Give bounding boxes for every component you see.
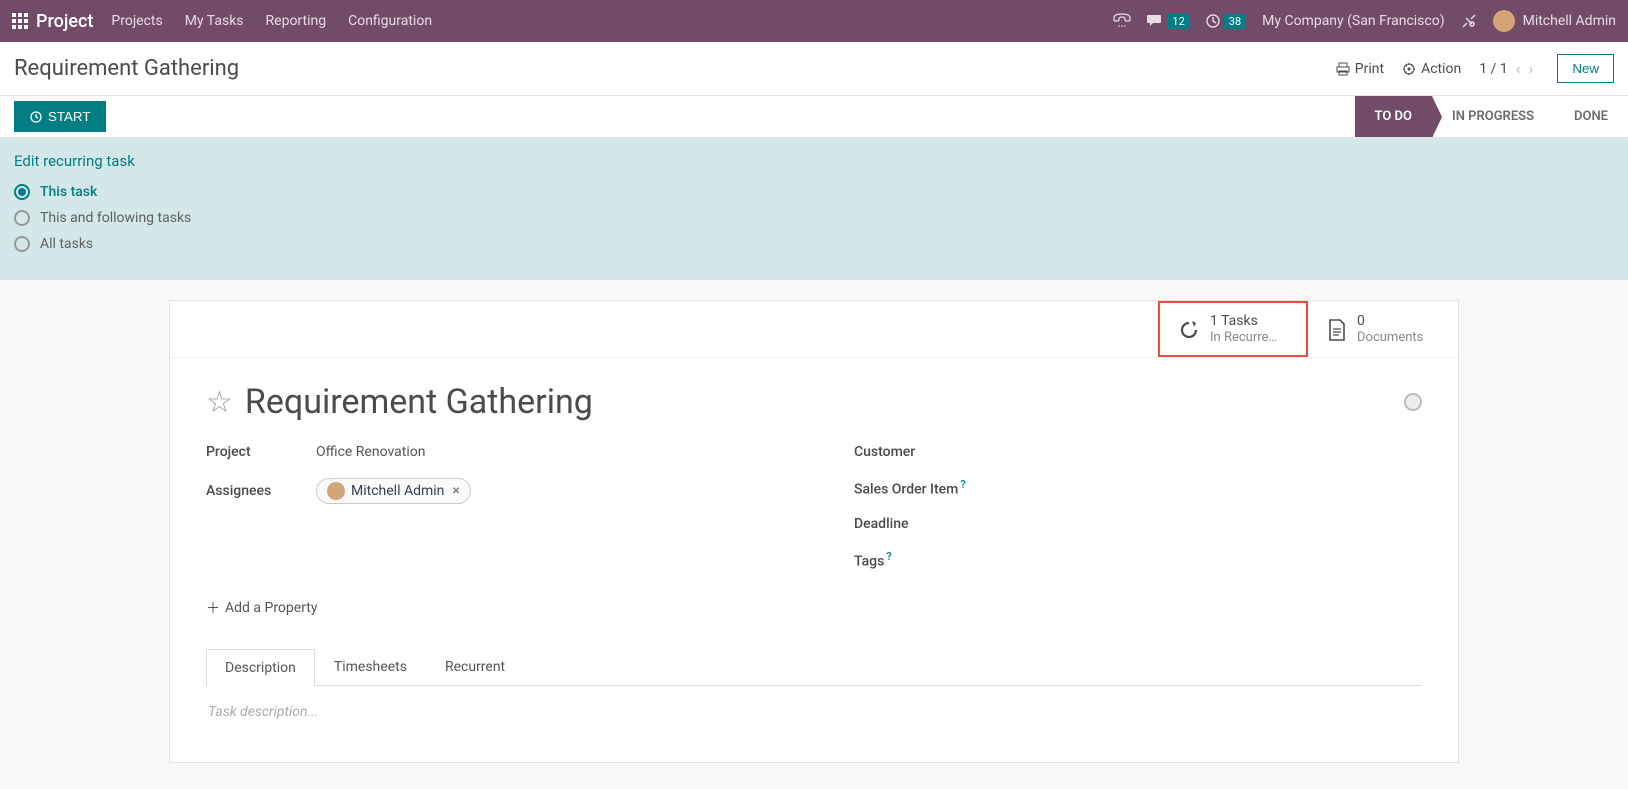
app-brand[interactable]: Project [36, 11, 93, 32]
label-soi: Sales Order Item? [854, 478, 994, 498]
apps-icon[interactable] [12, 13, 28, 29]
user-menu[interactable]: Mitchell Admin [1493, 10, 1616, 32]
stat-tasks-recurrence[interactable]: 1 Tasks In Recurre… [1158, 301, 1308, 357]
label-deadline: Deadline [854, 516, 994, 532]
activities-indicator[interactable]: 38 [1206, 14, 1246, 29]
recurring-panel: Edit recurring task This task This and f… [0, 138, 1628, 280]
description-textarea[interactable]: Task description... [206, 686, 1422, 738]
radio-this-task[interactable]: This task [14, 184, 1614, 200]
task-card: 1 Tasks In Recurre… 0 Documents ☆ Requir… [169, 300, 1459, 763]
pager-prev[interactable]: ‹ [1516, 59, 1521, 78]
stat-tasks-count: 1 Tasks [1210, 313, 1277, 330]
tab-recurrent[interactable]: Recurrent [426, 648, 524, 685]
nav-links: Projects My Tasks Reporting Configuratio… [111, 13, 432, 29]
radio-all-tasks[interactable]: All tasks [14, 236, 1614, 252]
radio-icon [14, 184, 30, 200]
stage-inprogress[interactable]: IN PROGRESS [1432, 96, 1554, 137]
radio-this-following[interactable]: This and following tasks [14, 210, 1614, 226]
value-project[interactable]: Office Renovation [316, 444, 425, 460]
label-project: Project [206, 444, 296, 460]
card-stats: 1 Tasks In Recurre… 0 Documents [170, 301, 1458, 358]
action-button[interactable]: Action [1402, 61, 1461, 77]
nav-link-mytasks[interactable]: My Tasks [185, 13, 244, 29]
tabs: Description Timesheets Recurrent [206, 648, 1422, 686]
start-button[interactable]: START [14, 101, 106, 132]
avatar [327, 482, 345, 500]
avatar [1493, 10, 1515, 32]
plus-icon: ＋ [206, 598, 220, 618]
status-bar: START TO DO IN PROGRESS DONE [0, 96, 1628, 138]
pager-next[interactable]: › [1529, 59, 1534, 78]
activities-count: 38 [1224, 14, 1246, 29]
radio-icon [14, 210, 30, 226]
pager: 1 / 1 ‹ › [1479, 59, 1533, 78]
print-button[interactable]: Print [1336, 61, 1384, 77]
tab-timesheets[interactable]: Timesheets [315, 648, 426, 685]
pager-text: 1 / 1 [1479, 61, 1507, 77]
stat-docs-count: 0 [1357, 313, 1423, 330]
header-row: Requirement Gathering Print Action 1 / 1… [0, 42, 1628, 96]
messages-count: 12 [1167, 14, 1189, 29]
assignee-name: Mitchell Admin [351, 483, 444, 499]
recurring-title: Edit recurring task [14, 152, 1614, 170]
nav-link-projects[interactable]: Projects [111, 13, 162, 29]
task-title[interactable]: Requirement Gathering [245, 382, 593, 422]
stage-done[interactable]: DONE [1554, 96, 1628, 137]
stat-documents[interactable]: 0 Documents [1308, 301, 1458, 357]
tab-description[interactable]: Description [206, 649, 315, 686]
label-customer: Customer [854, 444, 994, 460]
user-name: Mitchell Admin [1523, 13, 1616, 29]
help-icon[interactable]: ? [886, 550, 891, 563]
assignee-chip[interactable]: Mitchell Admin × [316, 478, 471, 504]
phone-icon[interactable] [1113, 13, 1131, 29]
nav-link-configuration[interactable]: Configuration [348, 13, 432, 29]
stages: TO DO IN PROGRESS DONE [1355, 96, 1628, 137]
favorite-star-icon[interactable]: ☆ [206, 385, 233, 420]
nav-link-reporting[interactable]: Reporting [266, 13, 327, 29]
messages-indicator[interactable]: 12 [1147, 14, 1189, 29]
refresh-icon [1178, 317, 1200, 342]
remove-icon[interactable]: × [452, 483, 459, 499]
company-name[interactable]: My Company (San Francisco) [1262, 13, 1444, 29]
radio-icon [14, 236, 30, 252]
add-property-button[interactable]: ＋ Add a Property [206, 598, 1422, 618]
priority-indicator[interactable] [1404, 393, 1422, 411]
label-tags: Tags? [854, 550, 994, 570]
breadcrumb: Requirement Gathering [14, 56, 239, 81]
stage-todo[interactable]: TO DO [1355, 96, 1432, 137]
new-button[interactable]: New [1557, 54, 1614, 83]
help-icon[interactable]: ? [960, 478, 965, 491]
document-icon [1327, 317, 1347, 342]
debug-icon[interactable] [1461, 13, 1477, 29]
stat-tasks-sub: In Recurre… [1210, 330, 1277, 346]
stat-docs-sub: Documents [1357, 330, 1423, 346]
label-assignees: Assignees [206, 483, 296, 499]
top-navbar: Project Projects My Tasks Reporting Conf… [0, 0, 1628, 42]
